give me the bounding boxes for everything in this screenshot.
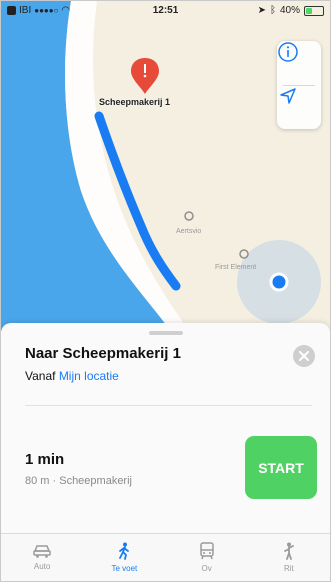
tab-ov[interactable]: Ov xyxy=(166,534,248,581)
tab-auto[interactable]: Auto xyxy=(1,534,83,581)
walking-icon xyxy=(119,542,130,560)
route-origin: Vanaf Mijn locatie xyxy=(25,369,119,383)
destination-pin-icon xyxy=(131,58,159,94)
route-card: Naar Scheepmakerij 1 Vanaf Mijn locatie … xyxy=(1,323,330,533)
destination-map-label[interactable]: Scheepmakerij 1 xyxy=(99,97,170,107)
ride-icon xyxy=(283,542,294,560)
status-bar: IBI ●●●●○ ◠ 12:51 ➤ ᛒ 40% xyxy=(1,1,330,21)
route-duration: 1 min xyxy=(25,451,65,468)
app-frame: Scheepmakerij 1 Aertsvio First Element I… xyxy=(0,0,331,582)
close-icon xyxy=(299,351,309,361)
bluetooth-icon: ᛒ xyxy=(269,5,276,16)
origin-prefix: Vanaf xyxy=(25,369,56,383)
info-button[interactable] xyxy=(277,41,321,85)
map-view[interactable]: Scheepmakerij 1 Aertsvio First Element xyxy=(1,1,330,331)
info-icon xyxy=(278,42,298,62)
tab-rit[interactable]: Rit xyxy=(248,534,330,581)
start-button[interactable]: START xyxy=(245,436,317,499)
poi-label-1[interactable]: Aertsvio xyxy=(176,228,201,235)
current-location-dot xyxy=(269,272,289,292)
tab-label: Rit xyxy=(283,564,294,573)
route-detail: 80 m · Scheepmakerij xyxy=(25,475,132,487)
card-grabber[interactable] xyxy=(149,331,183,335)
location-arrow-icon xyxy=(280,88,296,104)
track-location-button[interactable] xyxy=(277,85,321,129)
card-divider xyxy=(25,405,312,406)
tab-label: Auto xyxy=(33,562,51,571)
close-button[interactable] xyxy=(293,345,315,367)
status-right: ➤ ᛒ 40% xyxy=(258,5,324,16)
map-controls xyxy=(277,41,321,129)
origin-location-link[interactable]: Mijn locatie xyxy=(59,369,119,383)
transport-tab-bar: Auto Te voet Ov Rit xyxy=(1,533,330,581)
tab-label: Ov xyxy=(201,564,212,573)
location-services-icon: ➤ xyxy=(257,5,266,16)
battery-percent: 40% xyxy=(279,5,300,16)
poi-marker-2 xyxy=(239,249,249,259)
tab-label: Te voet xyxy=(111,564,138,573)
car-icon xyxy=(33,545,51,558)
battery-icon xyxy=(304,5,324,16)
poi-label-2[interactable]: First Element xyxy=(215,264,256,271)
bus-icon xyxy=(199,542,214,560)
route-title: Naar Scheepmakerij 1 xyxy=(25,345,181,362)
battery-fill xyxy=(306,7,313,14)
poi-marker-1 xyxy=(184,211,194,221)
tab-te-voet[interactable]: Te voet xyxy=(83,534,165,581)
